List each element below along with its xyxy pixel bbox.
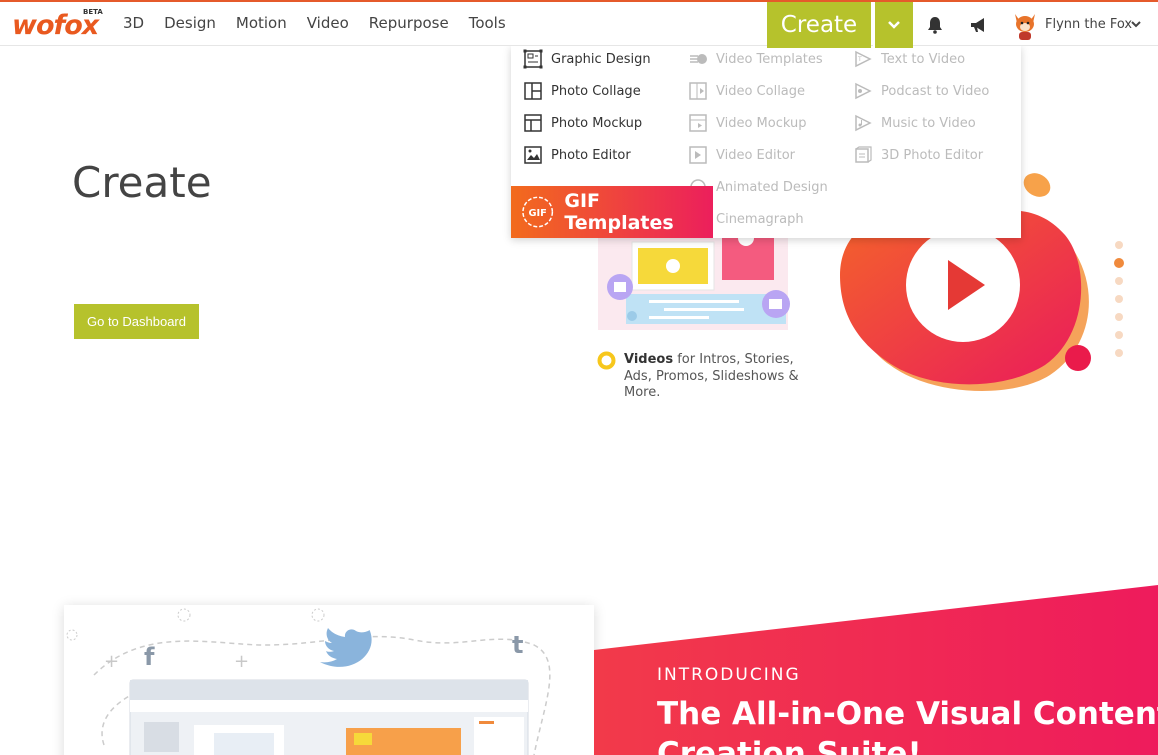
nav-3d[interactable]: 3D (123, 14, 144, 32)
menu-item-label: Animated Design (716, 179, 828, 195)
menu-item-label: Photo Collage (551, 83, 641, 99)
photo-editor-icon (524, 146, 542, 164)
nav-repurpose[interactable]: Repurpose (369, 14, 449, 32)
nav-video[interactable]: Video (307, 14, 349, 32)
svg-text:t: t (512, 631, 523, 659)
svg-text:+: + (104, 651, 119, 672)
menu-item-label: Cinemagraph (716, 211, 804, 227)
gif-templates-label: GIF Templates (564, 190, 674, 234)
top-navigation-bar: wofox BETA 3D Design Motion Video Repurp… (0, 0, 1158, 48)
podcast-to-video-icon (855, 82, 872, 100)
menu-item-label: Photo Editor (551, 147, 631, 163)
menu-item-photo-mockup[interactable]: Photo Mockup (523, 113, 642, 133)
go-to-dashboard-button[interactable]: Go to Dashboard (74, 304, 199, 339)
menu-item-video-collage[interactable]: Video Collage (688, 81, 805, 101)
menu-item-podcast-to-video[interactable]: Podcast to Video (853, 81, 989, 101)
graphic-design-icon (523, 49, 543, 69)
banner-title-line-2: Creation Suite! (657, 736, 922, 755)
video-mockup-icon (689, 114, 707, 132)
photo-mockup-icon (524, 114, 542, 132)
menu-item-video-editor[interactable]: Video Editor (688, 145, 795, 165)
bullet-icon (597, 351, 616, 370)
gif-icon: GIF (522, 196, 554, 228)
nav-motion[interactable]: Motion (236, 14, 287, 32)
user-name[interactable]: Flynn the Fox (1045, 17, 1132, 32)
wofox-logo[interactable]: wofox BETA (12, 6, 104, 46)
video-collage-icon (689, 82, 707, 100)
menu-item-label: Text to Video (881, 51, 966, 67)
menu-item-video-templates[interactable]: Video Templates (688, 49, 823, 69)
social-illustration-card: f t + + (64, 605, 594, 755)
menu-item-label: Graphic Design (551, 51, 651, 67)
text-to-video-icon: T (855, 50, 872, 68)
menu-item-3d-photo-editor[interactable]: 3D Photo Editor (853, 145, 983, 165)
chevron-down-icon[interactable] (1131, 19, 1141, 29)
photo-collage-icon (524, 82, 542, 100)
menu-item-text-to-video[interactable]: T Text to Video (853, 49, 965, 69)
banner-title-line-1: The All-in-One Visual Content (657, 696, 1158, 732)
avatar[interactable] (1012, 10, 1038, 40)
music-to-video-icon (855, 114, 872, 132)
videos-label: Videos (624, 352, 674, 367)
introducing-label: INTRODUCING (657, 665, 801, 685)
beta-badge: BETA (83, 8, 103, 16)
gif-icon-text: GIF (528, 208, 546, 219)
menu-item-photo-collage[interactable]: Photo Collage (523, 81, 641, 101)
menu-item-graphic-design[interactable]: Graphic Design (523, 49, 651, 69)
video-templates-icon (690, 54, 707, 64)
menu-item-label: Video Editor (716, 147, 796, 163)
menu-item-label: Podcast to Video (881, 83, 990, 99)
svg-text:T: T (857, 56, 862, 63)
menu-item-label: Music to Video (881, 115, 976, 131)
create-dropdown-toggle[interactable] (873, 2, 913, 48)
menu-item-photo-editor[interactable]: Photo Editor (523, 145, 631, 165)
chevron-down-icon (888, 21, 900, 29)
menu-item-label: Video Mockup (716, 115, 807, 131)
menu-item-label: 3D Photo Editor (881, 147, 984, 163)
svg-text:f: f (144, 643, 155, 671)
menu-item-label: Photo Mockup (551, 115, 643, 131)
menu-item-label: Video Collage (716, 83, 806, 99)
menu-item-gif-templates[interactable]: GIF GIF Templates (511, 186, 713, 238)
main-nav: 3D Design Motion Video Repurpose Tools (123, 14, 526, 32)
banner-title: The All-in-One Visual Content Creation S… (657, 694, 1158, 755)
3d-photo-editor-icon (855, 146, 872, 163)
video-editor-icon (689, 146, 707, 164)
videos-description: Videos for Intros, Stories, Ads, Promos,… (624, 352, 809, 402)
create-button[interactable]: Create (767, 2, 871, 48)
svg-text:+: + (234, 651, 249, 672)
bell-icon[interactable] (925, 15, 945, 35)
menu-item-label: Video Templates (716, 51, 823, 67)
nav-design[interactable]: Design (164, 14, 216, 32)
megaphone-icon[interactable] (968, 15, 990, 35)
menu-item-music-to-video[interactable]: Music to Video (853, 113, 976, 133)
page-title: Create (72, 158, 212, 207)
menu-item-video-mockup[interactable]: Video Mockup (688, 113, 807, 133)
nav-tools[interactable]: Tools (469, 14, 506, 32)
social-sharing-illustration: f t + + (66, 608, 551, 755)
